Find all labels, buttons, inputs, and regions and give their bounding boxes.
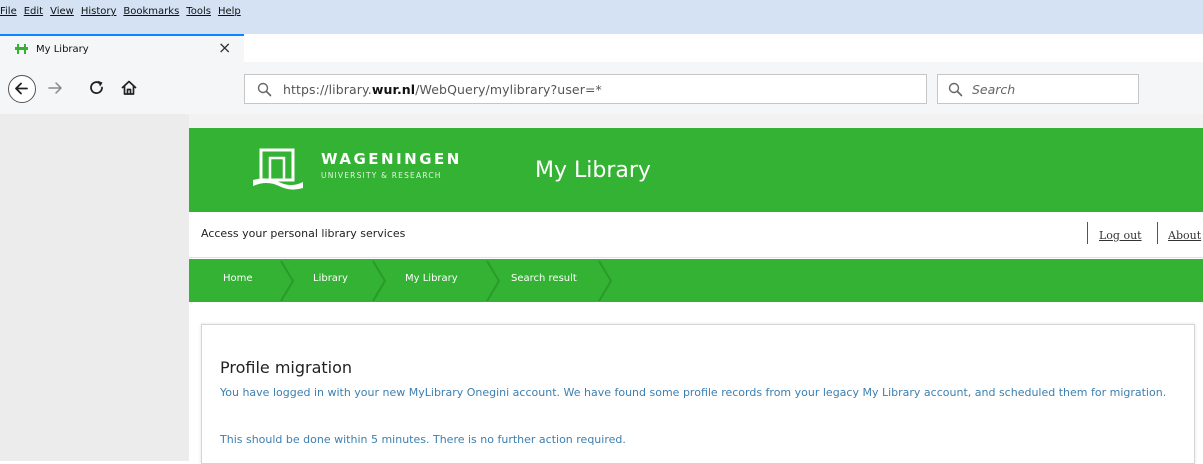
breadcrumb-my-library[interactable]: My Library — [405, 273, 458, 284]
link-divider — [1087, 222, 1088, 244]
migration-note: This should be done within 5 minutes. Th… — [220, 433, 626, 446]
sub-header: Access your personal library services Lo… — [189, 212, 1203, 258]
address-bar[interactable]: https://library.wur.nl/WebQuery/mylibrar… — [244, 74, 927, 104]
menu-items: File Edit View History Bookmarks Tools H… — [0, 6, 248, 17]
link-divider — [1157, 222, 1158, 244]
menu-tools[interactable]: Tools — [186, 6, 211, 17]
logo-subtitle: UNIVERSITY & RESEARCH — [321, 171, 442, 180]
reload-button[interactable] — [88, 79, 106, 97]
reload-icon — [90, 80, 103, 94]
back-button[interactable] — [8, 75, 36, 103]
breadcrumb-library[interactable]: Library — [313, 273, 348, 284]
page-title: My Library — [535, 158, 651, 183]
url-suffix: /WebQuery/mylibrary?user=* — [415, 82, 602, 97]
new-tab-icon[interactable]: + — [251, 36, 266, 54]
menu-bookmarks[interactable]: Bookmarks — [123, 6, 179, 17]
panel-title: Profile migration — [220, 358, 353, 377]
home-icon — [121, 80, 137, 95]
search-icon — [948, 82, 963, 97]
tab-title: My Library — [36, 44, 89, 55]
migration-message: You have logged in with your new MyLibra… — [220, 386, 1167, 399]
menu-file[interactable]: File — [0, 6, 17, 17]
chevron-right-icon — [372, 261, 387, 301]
tagline: Access your personal library services — [201, 227, 406, 240]
search-placeholder: Search — [972, 82, 1016, 97]
logout-link[interactable]: Log out — [1099, 229, 1142, 242]
browser-tab[interactable]: My Library × — [0, 34, 244, 62]
search-bar[interactable]: Search — [937, 74, 1139, 104]
menu-history[interactable]: History — [81, 6, 117, 17]
tab-close-icon[interactable]: × — [218, 40, 231, 56]
home-button[interactable] — [120, 79, 138, 97]
forward-arrow-icon — [48, 82, 62, 94]
wur-favicon-icon — [15, 44, 28, 54]
wur-logo-icon[interactable] — [253, 146, 303, 190]
breadcrumb-home[interactable]: Home — [223, 273, 253, 284]
chevron-right-icon — [486, 261, 501, 301]
left-margin — [0, 114, 189, 461]
url-text: https://library.wur.nl/WebQuery/mylibrar… — [283, 82, 602, 97]
breadcrumb-search-result[interactable]: Search result — [511, 273, 577, 284]
menu-bar: File Edit View History Bookmarks Tools H… — [0, 0, 1203, 34]
logo-wordmark: WAGENINGEN — [321, 150, 462, 168]
menu-view[interactable]: View — [50, 6, 74, 17]
menu-help[interactable]: Help — [218, 6, 241, 17]
chevron-right-icon — [280, 261, 295, 301]
site-container: WAGENINGEN UNIVERSITY & RESEARCH My Libr… — [189, 128, 1203, 464]
site-header: WAGENINGEN UNIVERSITY & RESEARCH My Libr… — [189, 128, 1203, 212]
url-domain: wur.nl — [371, 82, 416, 97]
nav-toolbar: https://library.wur.nl/WebQuery/mylibrar… — [0, 62, 1203, 114]
chevron-right-icon — [598, 261, 613, 301]
back-arrow-icon — [15, 82, 28, 95]
search-icon — [257, 82, 272, 97]
migration-panel: Profile migration You have logged in wit… — [201, 324, 1195, 464]
forward-button[interactable] — [46, 79, 64, 97]
breadcrumb: Home Library My Library Search result — [189, 259, 1203, 302]
menu-edit[interactable]: Edit — [24, 6, 43, 17]
url-prefix: https://library. — [283, 82, 372, 97]
page-content: WAGENINGEN UNIVERSITY & RESEARCH My Libr… — [0, 114, 1203, 464]
about-link[interactable]: About — [1168, 229, 1201, 242]
